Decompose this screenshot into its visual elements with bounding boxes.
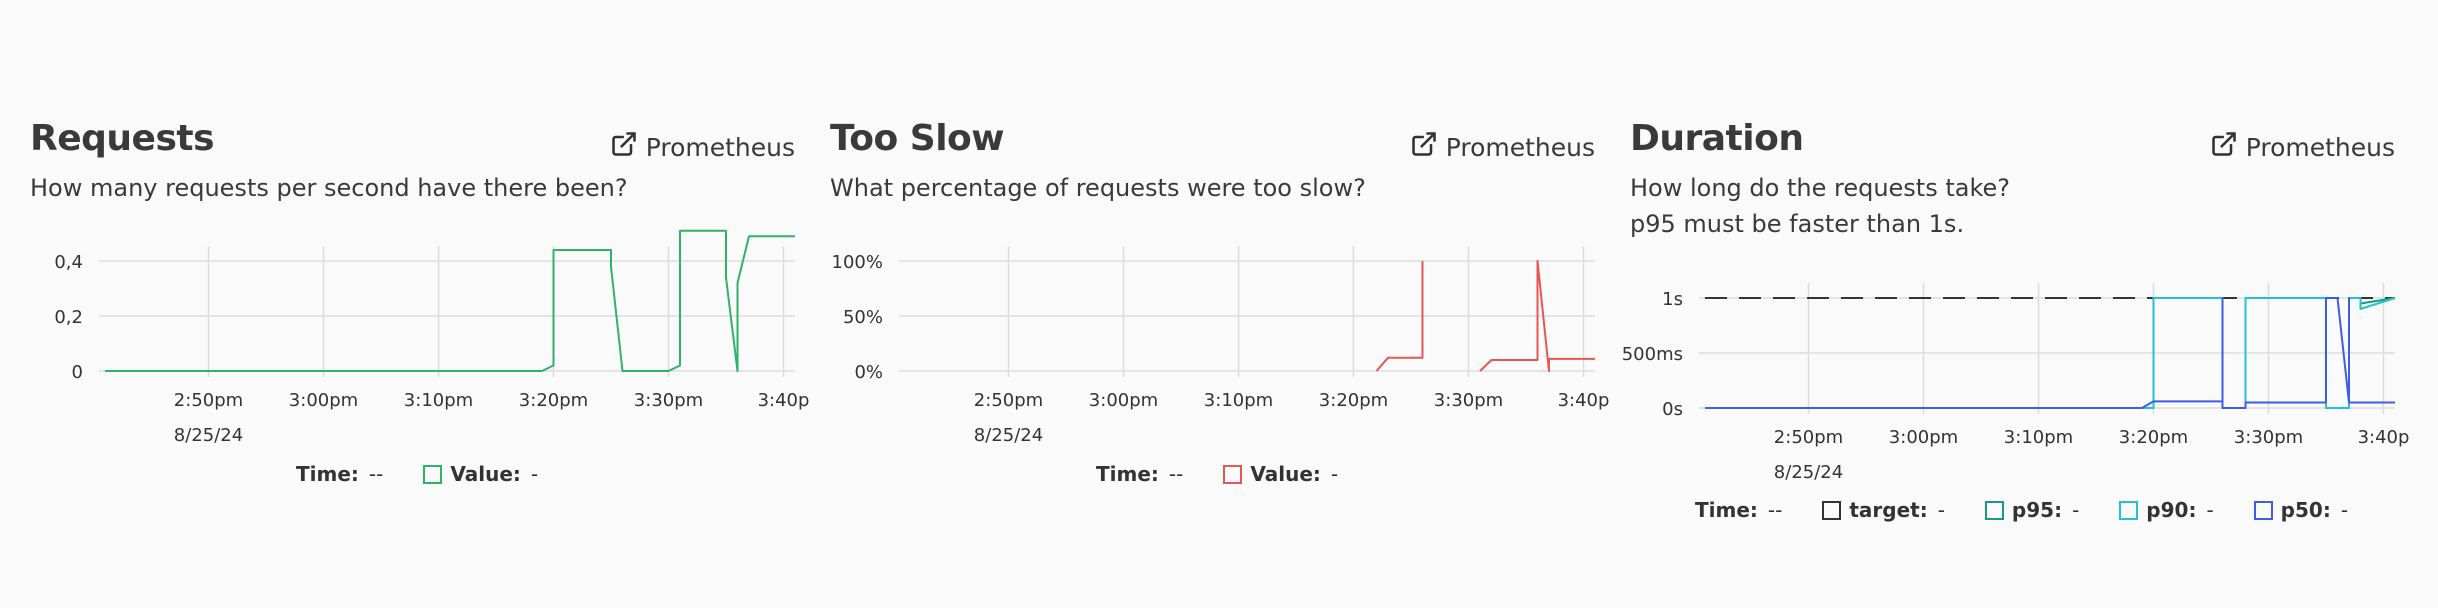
legend-series-value: - (530, 462, 539, 486)
duration-panel: Duration How long do the requests take? … (1622, 118, 2410, 588)
x-tick-label: 3:40p (1558, 390, 1610, 411)
legend-series-label: p50: (2280, 498, 2331, 522)
legend-swatch[interactable] (1223, 464, 1243, 484)
y-tick-label: 100% (832, 252, 883, 273)
panel-title: Duration (1630, 118, 1804, 159)
x-date-label: 8/25/24 (1774, 462, 1843, 483)
legend: Time: -- Value: - (296, 462, 578, 486)
legend-series-label: Value: (450, 462, 521, 486)
x-date-label: 8/25/24 (974, 425, 1043, 446)
legend-series-value: - (1330, 462, 1339, 486)
x-tick-label: 3:10pm (1204, 390, 1273, 411)
y-tick-label: 0 (72, 362, 83, 383)
panel-description: How many requests per second have there … (30, 170, 628, 206)
legend-time-label: Time: (1695, 498, 1758, 522)
legend-series-label: target: (1849, 498, 1928, 522)
external-link-icon (610, 130, 638, 164)
legend-time-value: -- (1168, 462, 1184, 486)
x-tick-label: 3:30pm (634, 390, 703, 411)
description-line: How many requests per second have there … (30, 174, 628, 202)
y-tick-label: 50% (843, 307, 883, 328)
x-tick-label: 2:50pm (174, 390, 243, 411)
description-line: p95 must be faster than 1s. (1630, 210, 1965, 238)
panel-description: How long do the requests take? p95 must … (1630, 170, 2010, 242)
legend-time-label: Time: (296, 462, 359, 486)
x-tick-label: 2:50pm (1774, 427, 1843, 448)
prometheus-link[interactable]: Prometheus (2210, 130, 2395, 164)
x-tick-label: 3:10pm (404, 390, 473, 411)
y-tick-label: 0,2 (54, 307, 83, 328)
legend-series-label: p90: (2146, 498, 2197, 522)
y-tick-label: 0s (1662, 399, 1683, 420)
description-line: How long do the requests take? (1630, 174, 2011, 202)
too-slow-chart: 0% 50% 100% 2:50pm 3:00pm 3:10pm 3:20pm 3:30pm 3… (832, 246, 1609, 446)
legend-swatch[interactable] (2253, 500, 2273, 520)
legend-swatch[interactable] (1984, 500, 2004, 520)
legend-series-label: Value: (1250, 462, 1321, 486)
legend-time-value: -- (368, 462, 384, 486)
y-tick-label: 0% (854, 362, 883, 383)
x-tick-label: 3:10pm (2004, 427, 2073, 448)
legend-series-label: p95: (2011, 498, 2063, 522)
panel-description: What percentage of requests were too slo… (830, 170, 1366, 206)
description-line: What percentage of requests were too slo… (830, 174, 1366, 202)
legend-series-value: - (2340, 498, 2349, 522)
legend: Time: -- target: - p95: - p90: - p50: - (1695, 498, 2388, 522)
prometheus-link-label: Prometheus (2245, 132, 2395, 162)
duration-chart: 0s 500ms 1s 2:50pm 3:00pm 3:10pm 3:20pm 3:30pm 3… (1622, 283, 2409, 483)
y-tick-label: 0,4 (54, 252, 83, 273)
prometheus-link[interactable]: Prometheus (610, 130, 795, 164)
x-tick-label: 3:30pm (1434, 390, 1503, 411)
x-tick-label: 2:50pm (974, 390, 1043, 411)
legend-series-value: - (1937, 498, 1945, 522)
x-tick-label: 3:20pm (1319, 390, 1388, 411)
x-tick-label: 3:20pm (519, 390, 588, 411)
prometheus-link[interactable]: Prometheus (1410, 130, 1595, 164)
panel-title: Too Slow (830, 118, 1005, 159)
legend: Time: -- Value: - (1096, 462, 1378, 486)
y-tick-label: 500ms (1622, 344, 1683, 365)
legend-series-value: - (2072, 498, 2080, 522)
x-tick-label: 3:20pm (2119, 427, 2188, 448)
external-link-icon (2210, 130, 2238, 164)
requests-panel: Requests How many requests per second ha… (30, 118, 809, 588)
too-slow-panel: Too Slow What percentage of requests wer… (830, 118, 1609, 588)
legend-swatch[interactable] (423, 464, 443, 484)
requests-chart: 0 0,2 0,4 2:50pm 3:00pm 3:10pm 3:20pm 3:30pm 3:4… (54, 229, 809, 446)
x-tick-label: 3:00pm (1089, 390, 1158, 411)
x-date-label: 8/25/24 (174, 425, 243, 446)
prometheus-link-label: Prometheus (1445, 132, 1595, 162)
x-tick-label: 3:30pm (2234, 427, 2303, 448)
legend-series-value: - (2206, 498, 2214, 522)
external-link-icon (1410, 130, 1438, 164)
y-tick-label: 1s (1662, 289, 1683, 310)
x-tick-label: 3:00pm (289, 390, 358, 411)
legend-swatch[interactable] (1822, 500, 1842, 520)
x-tick-label: 3:00pm (1889, 427, 1958, 448)
prometheus-link-label: Prometheus (645, 132, 795, 162)
legend-swatch[interactable] (2119, 500, 2139, 520)
x-tick-label: 3:40p (758, 390, 810, 411)
x-tick-label: 3:40p (2358, 427, 2410, 448)
legend-time-label: Time: (1096, 462, 1159, 486)
legend-time-value: -- (1767, 498, 1783, 522)
panel-title: Requests (30, 118, 215, 159)
